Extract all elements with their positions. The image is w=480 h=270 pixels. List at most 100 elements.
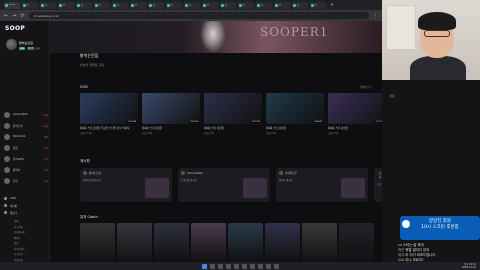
reload-icon[interactable]: ⟳ bbox=[20, 13, 24, 19]
sidebar-menu-item[interactable]: VOD bbox=[4, 195, 48, 202]
tab-title: 탭 bbox=[153, 4, 155, 7]
browser-tab[interactable]: 탭 bbox=[58, 1, 74, 9]
browser-tab[interactable]: 탭 bbox=[130, 1, 146, 9]
browser-tab[interactable]: 탭 bbox=[166, 1, 182, 9]
chat-nickname[interactable]: 애쉬 bbox=[398, 253, 404, 257]
catch-row bbox=[80, 223, 382, 262]
browser-tab[interactable]: 탭 bbox=[238, 1, 254, 9]
menu-icon[interactable]: ⋮ bbox=[373, 13, 378, 19]
browser-tab[interactable]: SOOP bbox=[4, 1, 20, 9]
forward-icon[interactable]: → bbox=[12, 13, 16, 19]
favorite-item[interactable]: junsum402 1.2만 bbox=[4, 109, 48, 120]
favorite-item[interactable]: 현건 3천 bbox=[4, 175, 48, 186]
browser-icon[interactable] bbox=[233, 263, 239, 269]
favorite-item[interactable]: 칼키스멈 2.1만 bbox=[4, 120, 48, 131]
tab-title: 탭 bbox=[315, 4, 317, 7]
browser-tab[interactable]: 탭 bbox=[202, 1, 218, 9]
chat-nickname[interactable]: 마인 bbox=[398, 248, 404, 252]
soop-logo[interactable]: SOOP bbox=[5, 25, 25, 32]
tab-favicon-icon bbox=[41, 3, 44, 7]
search-icon[interactable] bbox=[209, 263, 215, 269]
vod-thumbnail[interactable]: 4:01:33 bbox=[204, 93, 262, 124]
back-icon[interactable]: ← bbox=[4, 13, 8, 19]
favorite-item[interactable]: 활혁이 5천 bbox=[4, 164, 48, 175]
vod-card[interactable]: 3:12:04 제4회 스타 감정할 무장한 스타일 초보 의사자 조회수 1.2만 bbox=[80, 93, 138, 135]
browser-tab[interactable]: 탭 bbox=[112, 1, 128, 9]
catch-thumbnail[interactable] bbox=[265, 223, 300, 262]
task-view-icon[interactable] bbox=[217, 263, 223, 269]
url-field[interactable]: ch.sooplive.co.kr bbox=[28, 12, 369, 19]
app-icon[interactable] bbox=[257, 263, 263, 269]
browser-tab[interactable]: 탭 bbox=[22, 1, 38, 9]
tab-title: SOOP bbox=[9, 4, 15, 6]
app-icon[interactable] bbox=[241, 263, 247, 269]
favorite-item[interactable]: 풍영 9천 bbox=[4, 142, 48, 153]
sidebar-menu-item[interactable]: 게시판 bbox=[4, 202, 48, 209]
vod-title[interactable]: 제4회 스타 감정할 bbox=[328, 126, 382, 130]
vod-title[interactable]: 제4회 스타 감정할 bbox=[204, 126, 262, 130]
catch-thumbnail[interactable] bbox=[228, 223, 263, 262]
browser-tab[interactable]: 탭 bbox=[76, 1, 92, 9]
vod-card[interactable]: 2:11:05 제4회 스타 감정할조회수 5천 bbox=[328, 93, 382, 135]
sidebar-menu-item[interactable]: 방송국 bbox=[4, 209, 48, 216]
vod-thumbnail[interactable]: 3:12:04 bbox=[80, 93, 138, 124]
app-icon[interactable] bbox=[249, 263, 255, 269]
vod-title[interactable]: 제4회 스타 감정할 bbox=[266, 126, 324, 130]
catch-thumbnail[interactable] bbox=[339, 223, 374, 262]
browser-tab[interactable]: 탭 bbox=[292, 1, 308, 9]
tab-title: 탭 bbox=[99, 4, 101, 7]
tab-favicon-icon bbox=[77, 3, 80, 7]
windows-start-icon[interactable] bbox=[201, 263, 207, 269]
vod-card[interactable]: 4:01:33 제4회 스타 감정할 조회수 7천 bbox=[204, 93, 262, 135]
post-text: 밝히는던짐 게시글 bbox=[83, 179, 101, 182]
donation-icon bbox=[402, 220, 410, 228]
post-image bbox=[243, 178, 267, 198]
catch-thumbnail[interactable] bbox=[154, 223, 189, 262]
posts-section-title: 게시판 bbox=[80, 159, 90, 163]
vod-card[interactable]: 2:54:10 제4회 스타 감정할 조회수 8천 bbox=[142, 93, 200, 135]
vod-title[interactable]: 제4회 스타 감정할 bbox=[142, 126, 200, 130]
catch-thumbnail[interactable] bbox=[117, 223, 152, 262]
catch-thumbnail[interactable] bbox=[80, 223, 115, 262]
tab-favicon-icon bbox=[257, 3, 260, 7]
browser-tab[interactable]: 탭 bbox=[220, 1, 236, 9]
avatar[interactable] bbox=[6, 39, 17, 50]
app-icon[interactable] bbox=[265, 263, 271, 269]
vod-card[interactable]: 3:44:20 제4회 스타 감정할 조회수 6천 bbox=[266, 93, 324, 135]
favorite-name: junsum402 bbox=[13, 113, 28, 116]
favorite-item[interactable]: Stormc01 8천 bbox=[4, 131, 48, 142]
vod-more-link[interactable]: 전체보기 > bbox=[360, 85, 373, 89]
browser-tab[interactable]: 탭 bbox=[310, 1, 326, 9]
chat-text: 스티는 잘 봐야 bbox=[402, 243, 424, 247]
post-author: ChocoDoble bbox=[187, 171, 203, 175]
vod-title[interactable]: 제4회 스타 감정할 무장한 스타일 초보 의사자 bbox=[80, 126, 138, 130]
favorite-item[interactable]: 칼키씨Plz 1천 bbox=[4, 153, 48, 164]
tab-title: 탭 bbox=[81, 4, 83, 7]
explorer-icon[interactable] bbox=[225, 263, 231, 269]
browser-tab-bar: SOOP 탭 탭 탭 탭 탭 탭 탭 탭 탭 탭 탭 탭 탭 탭 탭 탭 탭 + bbox=[0, 0, 382, 10]
channel-title: 밝히는던짐 bbox=[80, 53, 99, 58]
donation-alert: 양양친 후원 10시 스크린 후훈함 bbox=[400, 216, 480, 240]
post-card[interactable]: 소니소니 게시글 bbox=[374, 168, 382, 202]
vod-thumbnail[interactable]: 2:11:05 bbox=[328, 93, 382, 124]
vod-thumbnail[interactable]: 2:54:10 bbox=[142, 93, 200, 124]
post-card[interactable]: ChocoDoble 초코더블 게시글 bbox=[178, 168, 270, 202]
chat-nickname[interactable]: sa bbox=[398, 243, 402, 247]
catch-thumbnail[interactable] bbox=[302, 223, 337, 262]
more-button[interactable]: ··· bbox=[36, 47, 40, 50]
browser-tab[interactable]: 탭 bbox=[256, 1, 272, 9]
follow-button[interactable]: 팔로우 bbox=[27, 47, 35, 50]
taskbar-clock[interactable]: 오후 10:12 2024-11-15 bbox=[462, 263, 476, 269]
browser-tab[interactable]: 탭 bbox=[148, 1, 164, 9]
post-card[interactable]: 밝히는던짐밝히는던짐 게시글 bbox=[80, 168, 172, 202]
browser-tab[interactable]: 탭 bbox=[274, 1, 290, 9]
post-card[interactable]: 나의팔로우 팔로우 게시글 bbox=[276, 168, 368, 202]
vod-thumbnail[interactable]: 3:44:20 bbox=[266, 93, 324, 124]
new-tab-button[interactable]: + bbox=[330, 2, 334, 8]
app-icon[interactable] bbox=[273, 263, 279, 269]
post-header: 밝히는던짐 bbox=[83, 171, 169, 175]
catch-thumbnail[interactable] bbox=[191, 223, 226, 262]
browser-tab[interactable]: 탭 bbox=[184, 1, 200, 9]
browser-tab[interactable]: 탭 bbox=[94, 1, 110, 9]
browser-tab[interactable]: 탭 bbox=[40, 1, 56, 9]
